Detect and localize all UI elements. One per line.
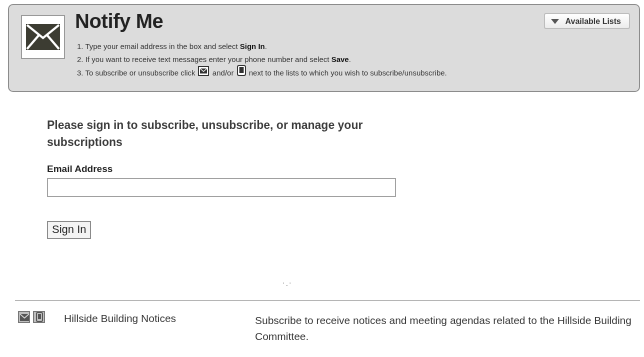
- available-lists-button[interactable]: Available Lists: [544, 13, 630, 29]
- dropdown-triangle-icon: [551, 18, 560, 24]
- divider: [15, 300, 640, 301]
- instruction-step-1: 1. Type your email address in the box an…: [77, 42, 267, 51]
- instructions: 1. Type your email address in the box an…: [77, 40, 447, 81]
- sign-in-button[interactable]: Sign In: [47, 221, 92, 239]
- list-item: Hillside Building Notices Subscribe to r…: [0, 302, 644, 357]
- sms-subscribe-icon[interactable]: [33, 311, 45, 323]
- instruction-step-2: 2. If you want to receive text messages …: [77, 55, 351, 64]
- email-subscribe-icon[interactable]: [18, 311, 30, 323]
- stray-marks: ' - ': [283, 283, 291, 289]
- list-description: Subscribe to receive notices and meeting…: [255, 315, 632, 343]
- envelope-icon: [198, 65, 210, 80]
- list-name: Hillside Building Notices: [64, 313, 177, 325]
- page-title: Notify Me: [75, 11, 164, 33]
- notify-me-panel: Notify Me 1. Type your email address in …: [8, 4, 640, 92]
- instruction-step-3: 3. To subscribe or unsubscribe click and…: [77, 65, 447, 81]
- subscription-icons: [18, 311, 45, 323]
- signin-heading: Please sign in to subscribe, unsubscribe…: [47, 120, 363, 149]
- phone-icon: [236, 65, 246, 80]
- available-lists-label: Available Lists: [565, 16, 621, 26]
- envelope-icon: [21, 15, 65, 59]
- email-label: Email Address: [47, 164, 113, 175]
- email-input[interactable]: [47, 178, 396, 197]
